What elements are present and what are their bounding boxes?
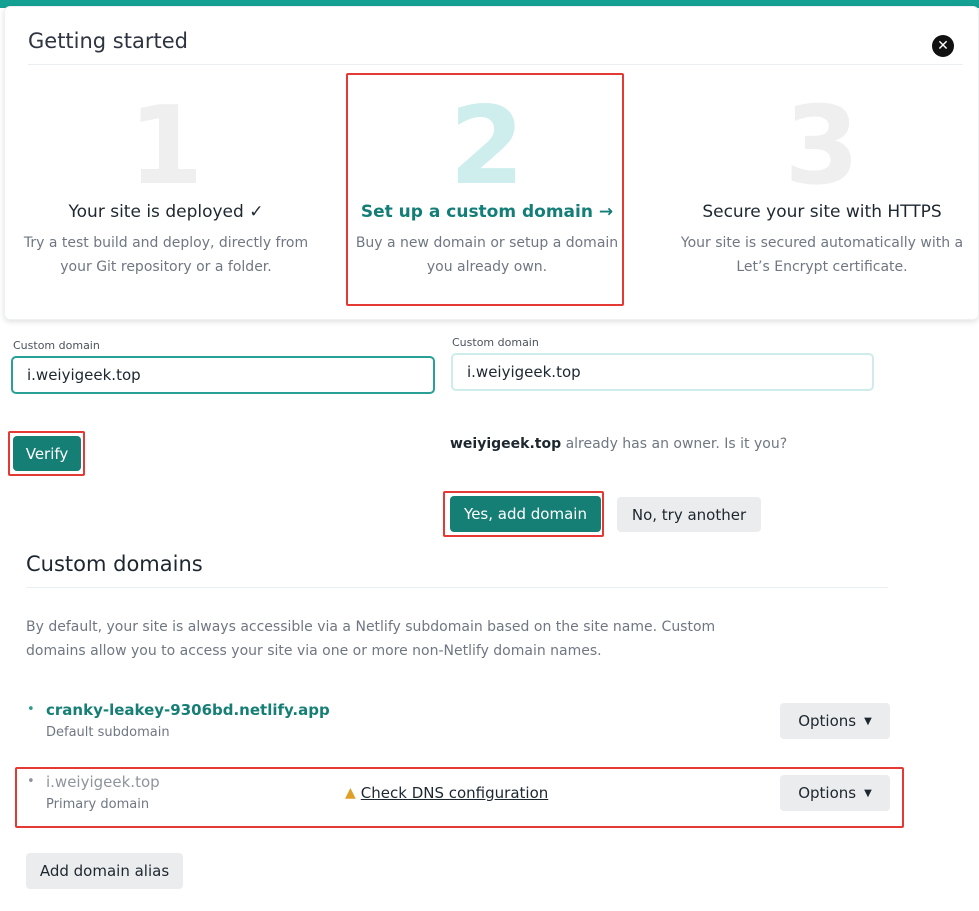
no-try-another-button[interactable]: No, try another: [617, 497, 761, 532]
domain-subtitle: Default subdomain: [46, 725, 170, 740]
custom-domain-input[interactable]: [451, 353, 874, 391]
check-dns-link[interactable]: ▲ Check DNS configuration: [345, 784, 548, 802]
bullet: •: [27, 702, 35, 717]
chevron-down-icon: ▼: [864, 787, 872, 799]
step-3: 3 Secure your site with HTTPS Your site …: [667, 92, 977, 279]
step-number: 1: [128, 84, 204, 209]
divider: [28, 64, 963, 65]
divider: [26, 587, 888, 588]
custom-domain-input[interactable]: [11, 356, 435, 394]
domain-link[interactable]: cranky-leakey-9306bd.netlify.app: [46, 701, 330, 719]
step-heading: Your site is deployed ✓: [68, 202, 264, 222]
add-domain-alias-button[interactable]: Add domain alias: [26, 853, 183, 889]
step-number: 3: [784, 84, 860, 209]
chevron-down-icon: ▼: [864, 715, 872, 727]
step-description: Your site is secured automatically with …: [680, 235, 964, 275]
options-button[interactable]: Options ▼: [780, 703, 890, 739]
step-heading: Secure your site with HTTPS: [702, 202, 942, 222]
bullet: •: [27, 774, 35, 789]
step-description: Try a test build and deploy, directly fr…: [23, 235, 309, 275]
domain-name: i.weiyigeek.top: [46, 773, 160, 791]
yes-add-domain-button[interactable]: Yes, add domain: [450, 496, 601, 532]
custom-domains-title: Custom domains: [26, 552, 203, 576]
getting-started-title: Getting started: [28, 29, 188, 53]
custom-domain-label: Custom domain: [13, 339, 100, 352]
step-1: 1 Your site is deployed ✓ Try a test bui…: [11, 92, 321, 279]
verify-button[interactable]: Verify: [13, 436, 81, 471]
custom-domains-description: By default, your site is always accessib…: [26, 619, 716, 659]
close-icon[interactable]: ✕: [932, 35, 954, 57]
owner-message: weiyigeek.top already has an owner. Is i…: [450, 436, 788, 452]
highlight-box-step2: [346, 73, 624, 306]
custom-domain-label: Custom domain: [452, 336, 539, 349]
domain-subtitle: Primary domain: [46, 797, 150, 812]
warning-icon: ▲: [345, 785, 356, 801]
options-button[interactable]: Options ▼: [780, 775, 890, 811]
